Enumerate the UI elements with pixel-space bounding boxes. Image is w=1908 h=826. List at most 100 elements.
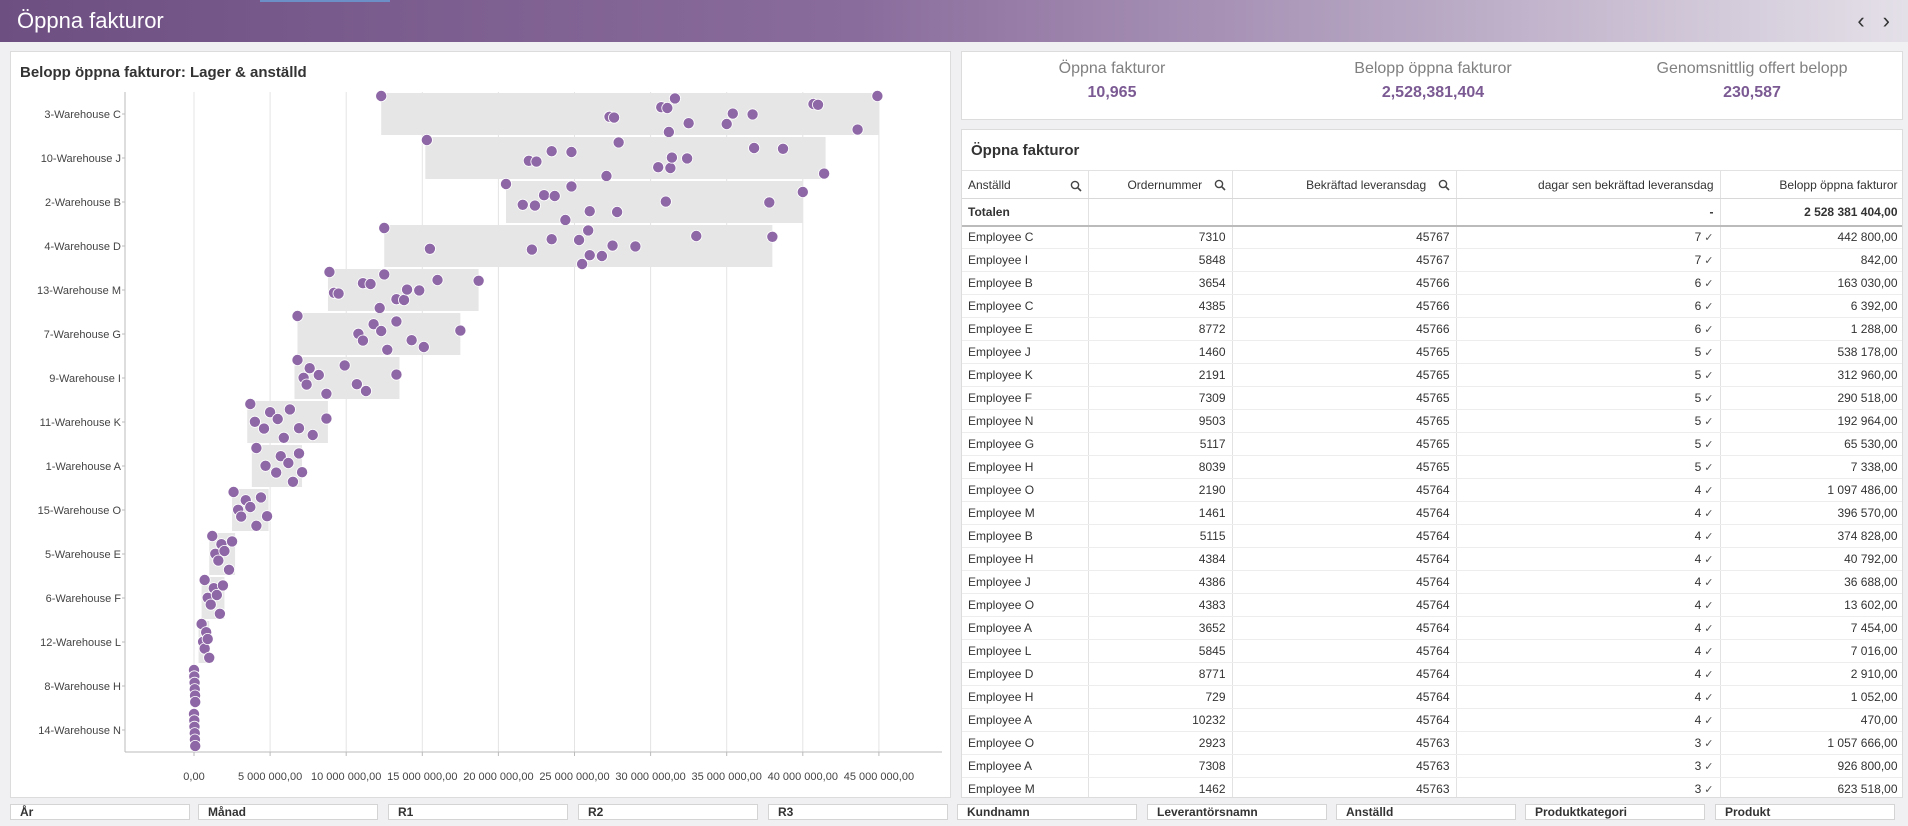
table-row[interactable]: Employee O 2923 45763 3 ✓ 1 057 666,00 — [962, 731, 1902, 755]
data-point[interactable] — [431, 273, 444, 286]
table-row[interactable]: Employee E 8772 45766 6 ✓ 1 288,00 — [962, 317, 1902, 341]
scatter-chart[interactable]: 3-Warehouse C 10-Warehouse J 2-Warehouse B… — [11, 52, 952, 799]
cell-days-since[interactable]: 6 ✓ — [1456, 317, 1721, 341]
cell-days-since[interactable]: 4 ✓ — [1456, 708, 1721, 732]
column-header-order-number[interactable]: Ordernummer — [1088, 170, 1233, 199]
data-point[interactable] — [573, 233, 586, 246]
data-point[interactable] — [375, 324, 388, 337]
data-point[interactable] — [548, 189, 561, 202]
cell-amount[interactable]: 312 960,00 — [1720, 363, 1902, 387]
cell-days-since[interactable]: 4 ✓ — [1456, 616, 1721, 640]
data-point[interactable] — [681, 152, 694, 165]
data-point[interactable] — [538, 189, 551, 202]
cell-delivery-day[interactable]: 45763 — [1232, 731, 1457, 755]
cell-employee[interactable]: Employee H — [962, 547, 1089, 571]
cell-days-since[interactable]: 5 ✓ — [1456, 432, 1721, 456]
cell-delivery-day[interactable]: 45766 — [1232, 294, 1457, 318]
data-point[interactable] — [223, 563, 236, 576]
cell-employee[interactable]: Employee O — [962, 593, 1089, 617]
cell-delivery-day[interactable]: 45763 — [1232, 777, 1457, 797]
search-icon[interactable] — [1070, 180, 1082, 192]
data-point[interactable] — [664, 162, 677, 175]
cell-days-since[interactable]: 4 ✓ — [1456, 685, 1721, 709]
data-point[interactable] — [286, 475, 299, 488]
data-point[interactable] — [500, 178, 513, 191]
cell-employee[interactable]: Employee M — [962, 777, 1089, 797]
data-point[interactable] — [420, 134, 433, 147]
cell-employee[interactable]: Employee A — [962, 754, 1089, 778]
data-point[interactable] — [746, 108, 759, 121]
cell-amount[interactable]: 842,00 — [1720, 248, 1902, 272]
cell-delivery-day[interactable]: 45765 — [1232, 432, 1457, 456]
search-icon[interactable] — [1438, 179, 1450, 191]
chevron-left-icon[interactable]: ‹ — [1857, 10, 1864, 32]
data-point[interactable] — [528, 199, 541, 212]
data-point[interactable] — [818, 167, 831, 180]
cell-days-since[interactable]: 3 ✓ — [1456, 731, 1721, 755]
data-point[interactable] — [216, 579, 229, 592]
table-row[interactable]: Employee H 729 45764 4 ✓ 1 052,00 — [962, 685, 1902, 709]
cell-days-since[interactable]: 6 ✓ — [1456, 294, 1721, 318]
data-point[interactable] — [291, 353, 304, 366]
cell-days-since[interactable]: 5 ✓ — [1456, 386, 1721, 410]
cell-amount[interactable]: 623 518,00 — [1720, 777, 1902, 797]
data-point[interactable] — [373, 301, 386, 314]
data-point[interactable] — [244, 500, 257, 513]
data-point[interactable] — [516, 198, 529, 211]
data-point[interactable] — [283, 403, 296, 416]
table-row[interactable]: Employee F 7309 45765 5 ✓ 290 518,00 — [962, 386, 1902, 410]
cell-employee[interactable]: Employee E — [962, 317, 1089, 341]
filter-pane[interactable]: Produkt — [1715, 804, 1895, 820]
data-point[interactable] — [206, 529, 219, 542]
table-row[interactable]: Employee C 7310 45767 7 ✓ 442 800,00 — [962, 225, 1902, 249]
cell-amount[interactable]: 2 910,00 — [1720, 662, 1902, 686]
cell-employee[interactable]: Employee B — [962, 271, 1089, 295]
table-row[interactable]: Employee N 9503 45765 5 ✓ 192 964,00 — [962, 409, 1902, 433]
cell-order-number[interactable]: 2190 — [1088, 478, 1233, 502]
data-point[interactable] — [244, 397, 257, 410]
cell-employee[interactable]: Employee K — [962, 363, 1089, 387]
cell-delivery-day[interactable]: 45765 — [1232, 409, 1457, 433]
data-point[interactable] — [277, 431, 290, 444]
data-point[interactable] — [668, 92, 681, 105]
filter-pane[interactable]: R1 — [388, 804, 568, 820]
cell-order-number[interactable]: 9503 — [1088, 409, 1233, 433]
cell-order-number[interactable]: 5115 — [1088, 524, 1233, 548]
cell-days-since[interactable]: 4 ✓ — [1456, 501, 1721, 525]
data-point[interactable] — [545, 233, 558, 246]
data-point[interactable] — [472, 274, 485, 287]
data-point[interactable] — [271, 412, 284, 425]
data-point[interactable] — [390, 368, 403, 381]
cell-days-since[interactable]: 5 ✓ — [1456, 455, 1721, 479]
data-point[interactable] — [261, 510, 274, 523]
cell-days-since[interactable]: 4 ✓ — [1456, 524, 1721, 548]
data-point[interactable] — [611, 205, 624, 218]
cell-delivery-day[interactable]: 45767 — [1232, 248, 1457, 272]
data-point[interactable] — [226, 535, 239, 548]
cell-order-number[interactable]: 4386 — [1088, 570, 1233, 594]
cell-employee[interactable]: Employee M — [962, 501, 1089, 525]
data-point[interactable] — [338, 359, 351, 372]
cell-order-number[interactable]: 5845 — [1088, 639, 1233, 663]
data-point[interactable] — [766, 230, 779, 243]
cell-delivery-day[interactable]: 45765 — [1232, 455, 1457, 479]
data-point[interactable] — [312, 368, 325, 381]
data-point[interactable] — [565, 146, 578, 159]
cell-amount[interactable]: 374 828,00 — [1720, 524, 1902, 548]
data-point[interactable] — [198, 574, 211, 587]
cell-order-number[interactable]: 1460 — [1088, 340, 1233, 364]
data-point[interactable] — [258, 422, 271, 435]
cell-order-number[interactable]: 3654 — [1088, 271, 1233, 295]
cell-delivery-day[interactable]: 45767 — [1232, 225, 1457, 249]
data-point[interactable] — [871, 90, 884, 103]
data-point[interactable] — [401, 283, 414, 296]
cell-order-number[interactable]: 2191 — [1088, 363, 1233, 387]
data-point[interactable] — [332, 287, 345, 300]
cell-delivery-day[interactable]: 45764 — [1232, 708, 1457, 732]
data-point[interactable] — [629, 240, 642, 253]
cell-amount[interactable]: 1 097 486,00 — [1720, 478, 1902, 502]
cell-employee[interactable]: Employee B — [962, 524, 1089, 548]
cell-amount[interactable]: 1 052,00 — [1720, 685, 1902, 709]
cell-delivery-day[interactable]: 45766 — [1232, 271, 1457, 295]
column-header-confirmed-delivery-day[interactable]: Bekräftad leveransdag — [1232, 170, 1457, 199]
